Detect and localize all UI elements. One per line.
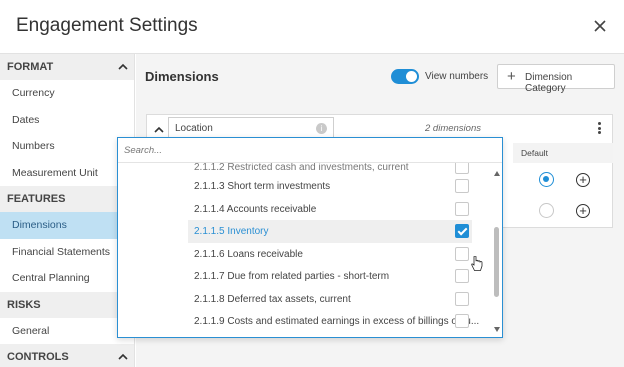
hand-cursor-icon bbox=[471, 256, 483, 271]
item-checkbox[interactable] bbox=[455, 314, 469, 328]
default-column-header: Default bbox=[513, 143, 613, 163]
item-checkbox[interactable] bbox=[455, 201, 469, 216]
item-checkbox[interactable] bbox=[455, 246, 469, 261]
default-radio-2[interactable] bbox=[539, 203, 554, 218]
location-value: Location bbox=[175, 123, 213, 134]
section-features[interactable]: FEATURES bbox=[0, 186, 134, 212]
plus-icon[interactable]: + bbox=[576, 204, 590, 218]
dimension-dropdown: 2.1.1.2 Restricted cash and investments,… bbox=[117, 137, 503, 338]
item-checkbox[interactable] bbox=[455, 179, 469, 193]
close-icon[interactable] bbox=[592, 18, 608, 34]
sidebar-item-numbers[interactable]: Numbers bbox=[0, 133, 134, 160]
dialog-header: Engagement Settings bbox=[0, 0, 624, 54]
view-numbers-toggle[interactable] bbox=[391, 69, 419, 84]
list-item[interactable]: 2.1.1.4 Accounts receivable bbox=[188, 198, 472, 221]
section-label: RISKS bbox=[7, 298, 41, 311]
page-title: Dimensions bbox=[145, 69, 219, 84]
dropdown-search bbox=[118, 138, 502, 163]
sidebar-item-currency[interactable]: Currency bbox=[0, 80, 134, 107]
item-label: 2.1.1.4 Accounts receivable bbox=[194, 203, 317, 215]
sidebar-item-dates[interactable]: Dates bbox=[0, 107, 134, 134]
item-checkbox[interactable] bbox=[455, 291, 469, 306]
dropdown-list: 2.1.1.2 Restricted cash and investments,… bbox=[118, 163, 490, 337]
dimension-count: 2 dimensions bbox=[425, 123, 481, 134]
section-label: CONTROLS bbox=[7, 351, 69, 363]
list-item[interactable]: 2.1.1.3 Short term investments bbox=[188, 175, 472, 198]
section-controls[interactable]: CONTROLS bbox=[0, 344, 134, 367]
list-item[interactable]: 2.1.1.8 Deferred tax assets, current bbox=[188, 288, 472, 311]
section-format[interactable]: FORMAT bbox=[0, 54, 134, 80]
info-icon[interactable]: i bbox=[316, 123, 327, 134]
item-label: 2.1.1.6 Loans receivable bbox=[194, 248, 303, 260]
chevron-up-icon[interactable] bbox=[118, 62, 128, 72]
section-label: FORMAT bbox=[7, 61, 54, 73]
search-input[interactable] bbox=[124, 143, 494, 157]
kebab-menu-icon[interactable] bbox=[595, 122, 603, 134]
plus-icon[interactable]: + bbox=[576, 173, 590, 187]
list-item[interactable]: 2.1.1.5 Inventory bbox=[188, 220, 472, 243]
sidebar-item-measurement-unit[interactable]: Measurement Unit bbox=[0, 160, 134, 187]
toggle-knob bbox=[406, 71, 417, 82]
item-checkbox[interactable] bbox=[455, 224, 469, 238]
item-label: 2.1.1.5 Inventory bbox=[194, 226, 269, 237]
list-item[interactable]: 2.1.1.9 Costs and estimated earnings in … bbox=[188, 310, 479, 333]
dropdown-scrollbar[interactable] bbox=[492, 165, 502, 336]
item-label: 2.1.1.8 Deferred tax assets, current bbox=[194, 293, 351, 305]
view-numbers-label: View numbers bbox=[425, 71, 489, 82]
item-label: 2.1.1.9 Costs and estimated earnings in … bbox=[194, 316, 480, 327]
chevron-up-icon[interactable] bbox=[118, 352, 128, 362]
scroll-down-arrow-icon[interactable] bbox=[494, 327, 500, 332]
scroll-up-arrow-icon[interactable] bbox=[494, 171, 500, 176]
item-label: 2.1.1.2 Restricted cash and investments,… bbox=[194, 163, 409, 173]
sidebar-item-general[interactable]: General bbox=[0, 318, 134, 345]
item-label: 2.1.1.7 Due from related parties - short… bbox=[194, 271, 390, 282]
list-item[interactable]: 2.1.1.7 Due from related parties - short… bbox=[188, 265, 472, 288]
sidebar-item-financial-statements[interactable]: Financial Statements bbox=[0, 239, 134, 266]
item-checkbox[interactable] bbox=[455, 163, 469, 174]
sidebar-item-dimensions[interactable]: Dimensions bbox=[0, 212, 134, 239]
settings-sidebar: FORMAT Currency Dates Numbers Measuremen… bbox=[0, 54, 135, 367]
plus-icon: + bbox=[507, 68, 516, 85]
add-dimension-category-button[interactable]: + Dimension Category bbox=[497, 64, 615, 94]
scroll-thumb[interactable] bbox=[494, 227, 499, 297]
location-field[interactable]: Location i bbox=[168, 117, 334, 139]
list-item[interactable]: 2.1.1.6 Loans receivable bbox=[188, 243, 472, 266]
dialog-title: Engagement Settings bbox=[16, 15, 198, 36]
sidebar-item-central-planning[interactable]: Central Planning bbox=[0, 265, 134, 292]
section-risks[interactable]: RISKS bbox=[0, 291, 134, 318]
chevron-up-icon[interactable] bbox=[154, 125, 164, 135]
item-label: 2.1.1.3 Short term investments bbox=[194, 181, 331, 192]
section-label: FEATURES bbox=[7, 193, 66, 205]
item-checkbox[interactable] bbox=[455, 269, 469, 283]
button-label: Dimension Category bbox=[525, 72, 573, 94]
default-radio-1[interactable] bbox=[539, 172, 554, 187]
